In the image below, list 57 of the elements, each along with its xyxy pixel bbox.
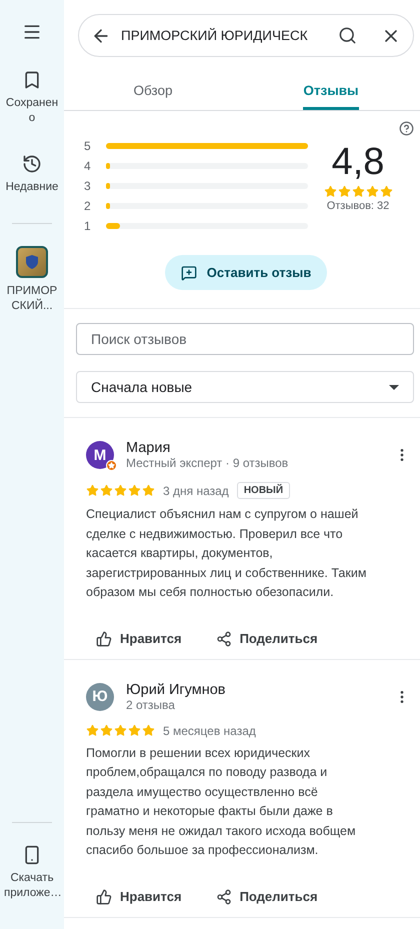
star-icon bbox=[324, 185, 336, 198]
bar-label: 3 bbox=[84, 179, 92, 193]
share-button[interactable]: Поделиться bbox=[206, 622, 328, 654]
star-icon bbox=[380, 185, 392, 198]
star-icon bbox=[114, 724, 127, 737]
average-rating: 4,8 bbox=[332, 140, 384, 185]
share-icon bbox=[216, 630, 232, 646]
star-icon bbox=[366, 185, 378, 198]
like-button[interactable]: Нравится bbox=[86, 880, 192, 912]
tab[interactable]: Обзор bbox=[134, 71, 172, 110]
place-thumbnail[interactable] bbox=[16, 246, 48, 278]
bar-label: 5 bbox=[84, 139, 92, 153]
star-icon bbox=[128, 724, 141, 737]
write-review-button[interactable]: Оставить отзыв bbox=[164, 255, 328, 290]
help-icon[interactable] bbox=[399, 121, 414, 136]
bar-label: 4 bbox=[84, 159, 92, 173]
search-icon[interactable] bbox=[338, 26, 357, 45]
star-icon bbox=[86, 724, 99, 737]
reviewer-info: 2 отзыва bbox=[126, 698, 176, 712]
share-button[interactable]: Поделиться bbox=[206, 880, 328, 912]
star-icon bbox=[128, 484, 141, 497]
reviewer-name[interactable]: Юрий Игумнов bbox=[126, 682, 382, 698]
review-icon bbox=[180, 264, 197, 280]
tab[interactable]: Отзывы bbox=[303, 71, 359, 110]
new-badge: НОВЫЙ bbox=[236, 482, 290, 499]
bar-label: 1 bbox=[84, 219, 92, 233]
review-text: Помогли в решении всех юридических проблем,обращался по поводу развода и раздела имущество осуществленно всё граматно и некоторые факты были даже в пользу меня не ожидал такого исхода вобщем спасибо большое за профессионализм. bbox=[86, 744, 357, 859]
review-search-field[interactable]: Поиск отзывов bbox=[76, 323, 414, 355]
star-icon bbox=[142, 724, 155, 737]
review-count: Отзывов: 32 bbox=[326, 200, 390, 212]
caret-icon bbox=[389, 384, 399, 390]
sidebar-label[interactable]: Недавние bbox=[4, 180, 60, 195]
sidebar-label[interactable]: Сохранено bbox=[4, 96, 60, 126]
star-icon bbox=[338, 185, 350, 198]
review-time: 5 месяцев назад bbox=[163, 724, 256, 738]
star-icon bbox=[86, 484, 99, 497]
search-text: ПРИМОРСКИЙ ЮРИДИЧЕСК bbox=[121, 28, 309, 43]
sort-dropdown[interactable]: Сначала новые bbox=[76, 371, 414, 403]
star-icon bbox=[142, 484, 155, 497]
search-field[interactable]: ПРИМОРСКИЙ ЮРИДИЧЕСК bbox=[78, 14, 414, 57]
star-icon bbox=[352, 185, 364, 198]
reviewer-name[interactable]: Мария bbox=[126, 440, 382, 456]
review-time: 3 дня назад bbox=[163, 484, 229, 498]
thumbs-up-icon bbox=[96, 888, 112, 904]
history-icon[interactable] bbox=[22, 154, 42, 174]
sidebar-label[interactable]: Скачать приложе… bbox=[4, 871, 60, 901]
star-icon bbox=[114, 484, 127, 497]
like-button[interactable]: Нравится bbox=[86, 622, 192, 654]
reviewer-info: Местный эксперт · 9 отзывов bbox=[126, 456, 290, 470]
share-icon bbox=[216, 888, 232, 904]
star-icon bbox=[100, 484, 113, 497]
review-text: Специалист объяснил нам с супругом о нашей сделке с недвижимостью. Проверил все что касается квартиры, документов, зарегистрированных лиц и собственнике. Таким образом мы себя полностью обезопасили. bbox=[86, 506, 368, 601]
bar-label: 2 bbox=[84, 199, 92, 213]
sidebar-label[interactable]: ПРИМОРСКИЙ... bbox=[4, 284, 60, 314]
avatar[interactable]: М bbox=[86, 441, 114, 469]
thumbs-up-icon bbox=[96, 630, 112, 646]
star-icon bbox=[100, 724, 113, 737]
